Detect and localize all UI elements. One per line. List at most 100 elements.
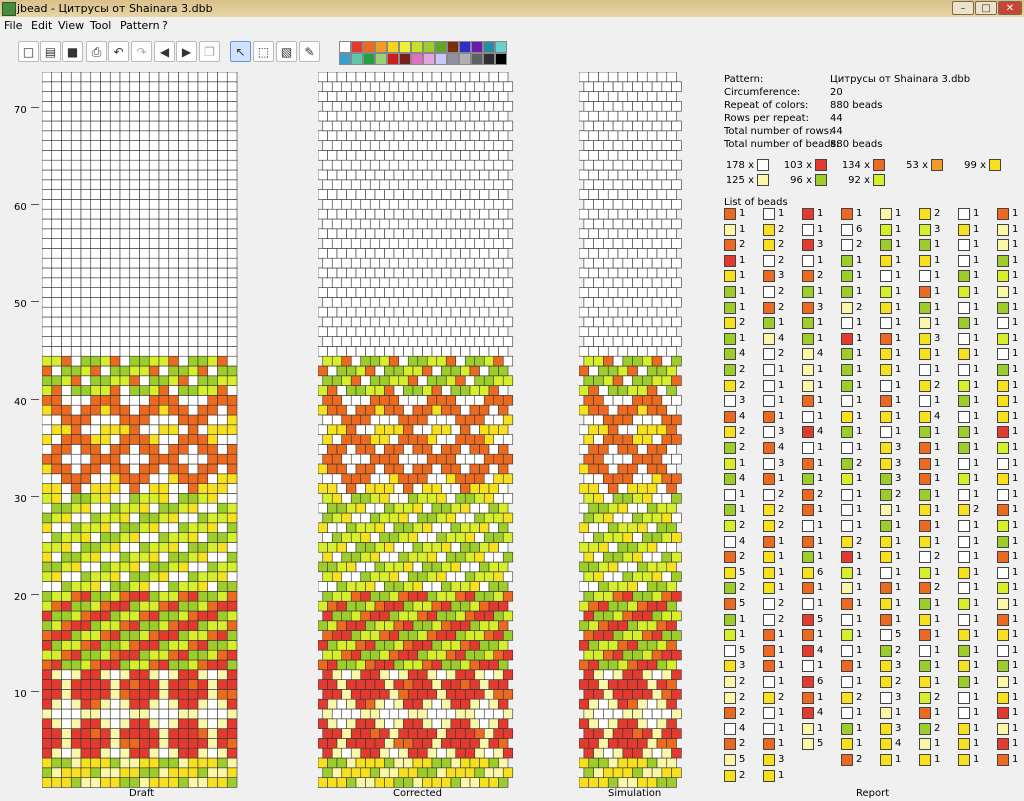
draft-bead [207,169,218,181]
prev-button[interactable]: ◀ [154,41,175,62]
bead-list-swatch [997,551,1009,564]
draft-grid[interactable] [42,72,238,788]
draft-bead [51,238,62,249]
palette-swatch[interactable] [423,53,435,65]
draft-bead [51,316,62,328]
simulation-bead [588,385,599,396]
corrected-bead [374,444,385,455]
palette-swatch[interactable] [435,53,447,65]
save-button[interactable]: ■ [62,41,83,62]
corrected-bead [388,336,400,347]
corrected-bead [502,159,514,171]
palette-swatch[interactable] [447,41,459,53]
bead-list-label: List of beads [724,197,788,208]
new-button[interactable]: □ [18,41,39,62]
corrected-bead [369,532,381,543]
print-button[interactable]: ⎙ [86,41,107,62]
menu-tool[interactable]: Tool [90,19,111,32]
bead-list-count: 1 [895,317,902,329]
bead-list-swatch [880,364,892,376]
corrected-bead [403,679,414,690]
draft-bead [178,110,189,122]
draft-bead [158,395,170,406]
palette-swatch[interactable] [375,41,387,53]
maximize-button[interactable]: □ [975,1,997,15]
bead-list-count: 1 [895,332,902,344]
draft-bead [129,630,140,641]
corrected-bead [422,169,433,181]
palette-swatch[interactable] [435,41,447,53]
palette-swatch[interactable] [399,53,411,65]
corrected-bead [450,659,461,671]
palette-swatch[interactable] [339,41,351,53]
palette-swatch[interactable] [495,41,507,53]
open-button[interactable]: ▤ [40,41,61,62]
draft-bead [197,659,209,671]
palette-swatch[interactable] [447,53,459,65]
corrected-bead [365,91,376,102]
copy-button[interactable]: ❐ [199,41,220,62]
corrected-bead [479,757,490,769]
palette-swatch[interactable] [459,53,471,65]
palette-swatch[interactable] [387,41,399,53]
palette-swatch[interactable] [375,53,387,65]
simulation-bead [637,326,648,337]
draft-bead [139,659,150,671]
corrected-bead [493,591,504,602]
draft-bead [119,463,131,475]
draft-bead [80,522,92,533]
draft-bead [168,434,179,445]
draft-bead [148,91,160,102]
palette-swatch[interactable] [351,53,363,65]
bead-list-swatch [763,644,775,657]
corrected-bead [493,297,504,308]
palette-swatch[interactable] [387,53,399,65]
corrected-bead [417,610,428,622]
palette-swatch[interactable] [399,41,411,53]
close-button[interactable]: ✕ [998,1,1022,15]
palette-swatch[interactable] [459,41,471,53]
draft-bead [42,708,53,720]
corrected-grid[interactable] [318,72,518,788]
palette-swatch[interactable] [363,41,375,53]
palette-swatch[interactable] [363,53,375,65]
corrected-bead [393,248,404,259]
draft-bead [158,767,170,778]
corrected-bead [426,610,438,622]
draft-bead [61,365,72,377]
draft-bead [158,620,170,631]
next-button[interactable]: ▶ [176,41,197,62]
palette-swatch[interactable] [411,41,423,53]
corrected-bead [455,355,466,367]
bead-list-swatch [997,644,1009,657]
palette-swatch[interactable] [423,41,435,53]
palette-swatch[interactable] [339,53,351,65]
menu-pattern[interactable]: Pattern [120,19,160,32]
palette-swatch[interactable] [351,41,363,53]
redo-button[interactable]: ↷ [131,41,152,62]
draft-bead [178,355,189,367]
menu-help[interactable]: ? [162,19,168,32]
menu-edit[interactable]: Edit [31,19,52,32]
draft-bead [61,385,72,396]
corrected-bead [488,738,499,749]
palette-swatch[interactable] [483,41,495,53]
palette-swatch[interactable] [471,41,483,53]
pick-color-button[interactable]: ✎ [299,41,320,62]
pointer-tool-button[interactable]: ↖ [230,41,251,62]
palette-swatch[interactable] [495,53,507,65]
corrected-bead [502,493,514,504]
select-tool-button[interactable]: ⬚ [253,41,274,62]
palette-swatch[interactable] [471,53,483,65]
menu-file[interactable]: File [4,19,22,32]
minimize-button[interactable]: – [952,1,974,15]
undo-button[interactable]: ↶ [108,41,129,62]
fill-tool-button[interactable]: ▧ [276,41,297,62]
draft-bead [119,395,131,406]
palette-swatch[interactable] [411,53,423,65]
draft-bead [100,257,111,269]
palette-swatch[interactable] [483,53,495,65]
corrected-bead [412,150,423,161]
bead-list-swatch [763,535,775,548]
menu-view[interactable]: View [58,19,84,32]
